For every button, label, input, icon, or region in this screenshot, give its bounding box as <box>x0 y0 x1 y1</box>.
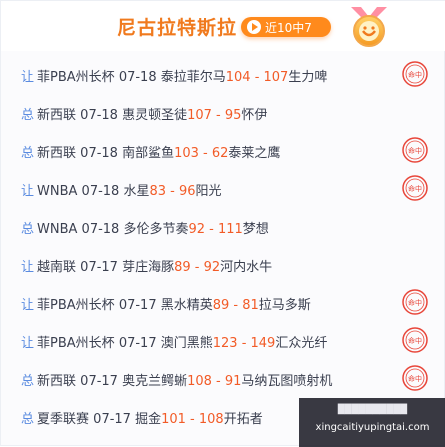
match-date: 07-18 <box>80 146 118 161</box>
home-team: 掘金 <box>135 412 162 427</box>
match-date: 07-18 <box>80 108 118 123</box>
svg-text:命中: 命中 <box>408 146 422 155</box>
home-team: 南部鲨鱼 <box>122 146 175 161</box>
hit-stamp-icon: 命中 <box>402 61 428 87</box>
panel-header: 尼古拉特斯拉 近10中7 <box>1 1 445 51</box>
svg-text:命中: 命中 <box>408 298 422 307</box>
league: 菲PBA州长杯 <box>37 298 115 313</box>
match-date: 07-17 <box>80 260 118 275</box>
play-icon <box>247 20 261 34</box>
league: 新西联 <box>37 146 77 161</box>
away-team: 河内水牛 <box>220 260 273 275</box>
bet-type: 让 <box>21 298 35 313</box>
match-date: 07-18 <box>81 222 120 237</box>
away-team: 梦想 <box>242 222 269 237</box>
away-team: 汇众光纤 <box>275 336 328 351</box>
hit-stamp-icon: 命中 <box>402 289 428 315</box>
list-item[interactable]: 让越南联 07-17 芽庄海豚89 - 92河内水牛 <box>1 245 445 283</box>
bet-type: 让 <box>21 70 35 85</box>
match-score: 107 - 95 <box>187 108 242 123</box>
svg-text:命中: 命中 <box>408 374 422 383</box>
match-date: 07-17 <box>93 412 131 427</box>
home-team: 芽庄海豚 <box>122 260 175 275</box>
svg-text:命中: 命中 <box>408 70 422 79</box>
home-team: 惠灵顿圣徒 <box>122 108 188 123</box>
away-team: 怀伊 <box>241 108 268 123</box>
expert-name: 尼古拉特斯拉 <box>117 17 238 39</box>
league: 新西联 <box>37 374 77 389</box>
match-date: 07-18 <box>118 70 157 85</box>
watermark-overlay: ██████████ xingcaitiyupingtai.com <box>299 398 445 447</box>
list-item[interactable]: 让 WNBA 07-18 水星83 - 96阳光 命中 <box>1 169 445 207</box>
away-team: 泰莱之鹰 <box>228 146 281 161</box>
home-team: 泰拉菲尔马 <box>160 70 226 85</box>
match-score: 104 - 107 <box>225 70 289 85</box>
match-score: 89 - 92 <box>174 260 221 275</box>
league: 菲PBA州长杯 <box>37 336 115 351</box>
home-team: 黑水精英 <box>160 298 213 313</box>
league: 新西联 <box>37 108 77 123</box>
bet-type: 让 <box>21 260 35 275</box>
away-team: 拉马多斯 <box>258 298 311 313</box>
match-date: 07-17 <box>118 336 157 351</box>
match-score: 108 - 91 <box>187 374 242 389</box>
bet-type: 总 <box>21 108 35 123</box>
match-date: 07-18 <box>81 184 120 199</box>
home-team: 奥克兰鳄蜥 <box>122 374 188 389</box>
match-score: 89 - 81 <box>212 298 259 313</box>
away-team: 阳光 <box>195 184 222 199</box>
hit-stamp-icon: 命中 <box>402 365 428 391</box>
watermark-line: ██████████ <box>337 405 408 415</box>
away-team: 生力啤 <box>288 70 328 85</box>
list-item[interactable]: 总新西联 07-18 惠灵顿圣徒107 - 95怀伊 <box>1 93 445 131</box>
league: 夏季联赛 <box>37 412 90 427</box>
list-item[interactable]: 让菲PBA州长杯 07-18 泰拉菲尔马104 - 107生力啤 命中 <box>1 55 445 93</box>
home-team: 澳门黑熊 <box>160 336 213 351</box>
league: WNBA <box>37 222 78 237</box>
away-team: 开拓者 <box>223 412 263 427</box>
list-item[interactable]: 让菲PBA州长杯 07-17 黑水精英89 - 81拉马多斯 命中 <box>1 283 445 321</box>
bet-type: 总 <box>21 374 35 389</box>
hit-stamp-icon: 命中 <box>402 175 428 201</box>
bet-type: 让 <box>21 336 35 351</box>
svg-text:命中: 命中 <box>408 184 422 193</box>
odds-history-panel: 尼古拉特斯拉 近10中7 让菲PBA州长杯 07-18 泰拉菲尔马104 - 1… <box>0 0 445 447</box>
match-date: 07-17 <box>80 374 118 389</box>
away-team: 马纳瓦图喷射机 <box>241 374 333 389</box>
league: WNBA <box>37 184 78 199</box>
match-date: 07-17 <box>118 298 157 313</box>
bet-type: 总 <box>21 412 35 427</box>
home-team: 水星 <box>123 184 150 199</box>
match-score: 92 - 111 <box>188 222 243 237</box>
list-item[interactable]: 总 WNBA 07-18 多伦多节奏92 - 111梦想 <box>1 207 445 245</box>
list-item[interactable]: 总新西联 07-18 南部鲨鱼103 - 62泰莱之鹰 命中 <box>1 131 445 169</box>
match-score: 101 - 108 <box>161 412 224 427</box>
league: 菲PBA州长杯 <box>37 70 115 85</box>
list-item[interactable]: 总新西联 07-17 奥克兰鳄蜥108 - 91马纳瓦图喷射机 命中 <box>1 359 445 397</box>
record-pill[interactable]: 近10中7 <box>241 17 331 37</box>
list-item[interactable]: 让菲PBA州长杯 07-17 澳门黑熊123 - 149汇众光纤 命中 <box>1 321 445 359</box>
bet-type: 总 <box>21 222 35 237</box>
league: 越南联 <box>37 260 77 275</box>
match-score: 123 - 149 <box>212 336 276 351</box>
svg-text:命中: 命中 <box>408 336 422 345</box>
watermark-url: xingcaitiyupingtai.com <box>315 422 430 433</box>
hit-stamp-icon: 命中 <box>402 137 428 163</box>
bet-type: 让 <box>21 184 35 199</box>
home-team: 多伦多节奏 <box>123 222 189 237</box>
match-score: 103 - 62 <box>174 146 229 161</box>
hit-stamp-icon: 命中 <box>402 327 428 353</box>
trophy-medal-icon <box>351 7 387 47</box>
record-label: 近10中7 <box>265 21 312 35</box>
match-score: 83 - 96 <box>149 184 196 199</box>
bet-type: 总 <box>21 146 35 161</box>
